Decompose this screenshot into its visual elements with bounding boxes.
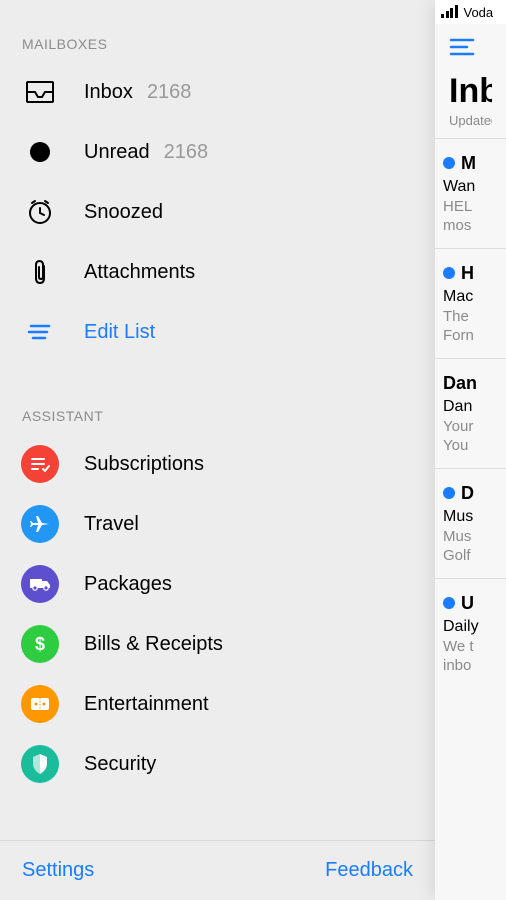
- message-item[interactable]: Dan Dan Your You: [435, 359, 506, 469]
- unread-dot-icon: [443, 597, 455, 609]
- message-subject: Wan: [443, 178, 506, 196]
- sidebar-item-unread[interactable]: Unread 2168: [0, 122, 435, 182]
- sidebar-item-attachments[interactable]: Attachments: [0, 242, 435, 302]
- assistant-header: ASSISTANT: [0, 408, 435, 434]
- feedback-button[interactable]: Feedback: [325, 859, 413, 882]
- travel-label: Travel: [84, 513, 139, 536]
- inbox-count: 2168: [147, 81, 192, 104]
- paperclip-icon: [20, 258, 60, 286]
- clock-icon: [20, 199, 60, 225]
- message-preview: inbo: [443, 657, 506, 674]
- message-subject: Mac: [443, 288, 506, 306]
- page-subtitle: Updated: [449, 113, 492, 128]
- signal-icon: [441, 6, 458, 18]
- inbox-label: Inbox: [84, 81, 133, 104]
- message-preview: We t: [443, 638, 506, 655]
- mailboxes-header: MAILBOXES: [0, 36, 435, 62]
- message-preview: You: [443, 437, 506, 454]
- message-item[interactable]: H Mac The Forn: [435, 249, 506, 359]
- unread-label: Unread: [84, 141, 150, 164]
- message-list: M Wan HEL mos H Mac The Forn Dan Dan You…: [435, 138, 506, 900]
- hamburger-menu-button[interactable]: [449, 38, 492, 56]
- message-sender: D: [461, 483, 474, 503]
- bills-icon: $: [20, 625, 60, 663]
- message-preview: HEL: [443, 198, 506, 215]
- packages-icon: [20, 565, 60, 603]
- message-preview: mos: [443, 217, 506, 234]
- app-container: MAILBOXES Inbox 2168 Unread 2168 Sn: [0, 0, 506, 900]
- entertainment-icon: [20, 685, 60, 723]
- message-preview: The: [443, 308, 506, 325]
- inbox-icon: [20, 81, 60, 103]
- edit-list-button[interactable]: Edit List: [0, 302, 435, 362]
- sidebar-item-subscriptions[interactable]: Subscriptions: [0, 434, 435, 494]
- sidebar-item-packages[interactable]: Packages: [0, 554, 435, 614]
- travel-icon: [20, 505, 60, 543]
- sidebar-item-bills[interactable]: $ Bills & Receipts: [0, 614, 435, 674]
- unread-dot-icon: [443, 487, 455, 499]
- main-header: Inbox Updated: [435, 24, 506, 138]
- subscriptions-icon: [20, 445, 60, 483]
- security-icon: [20, 745, 60, 783]
- security-label: Security: [84, 753, 156, 776]
- entertainment-label: Entertainment: [84, 693, 209, 716]
- packages-label: Packages: [84, 573, 172, 596]
- sidebar-item-inbox[interactable]: Inbox 2168: [0, 62, 435, 122]
- unread-count: 2168: [164, 141, 209, 164]
- message-item[interactable]: U Daily We t inbo: [435, 579, 506, 688]
- message-preview: Mus: [443, 528, 506, 545]
- unread-dot-icon: [443, 267, 455, 279]
- message-preview: Forn: [443, 327, 506, 344]
- sidebar-footer: Settings Feedback: [0, 840, 435, 900]
- edit-list-icon: [20, 323, 60, 341]
- main-preview-panel[interactable]: Voda Inbox Updated M Wan HEL mos H Mac T…: [435, 0, 506, 900]
- message-sender: U: [461, 593, 474, 613]
- edit-list-label: Edit List: [84, 321, 155, 344]
- message-subject: Daily: [443, 618, 506, 636]
- attachments-label: Attachments: [84, 261, 195, 284]
- message-sender: H: [461, 263, 474, 283]
- message-preview: Your: [443, 418, 506, 435]
- subscriptions-label: Subscriptions: [84, 453, 204, 476]
- svg-text:$: $: [35, 634, 45, 654]
- status-bar: Voda: [435, 0, 506, 24]
- message-sender: M: [461, 153, 476, 173]
- unread-dot-icon: [443, 157, 455, 169]
- carrier-label: Voda: [464, 5, 494, 20]
- unread-icon: [20, 140, 60, 164]
- message-item[interactable]: M Wan HEL mos: [435, 139, 506, 249]
- sidebar-item-travel[interactable]: Travel: [0, 494, 435, 554]
- bills-label: Bills & Receipts: [84, 633, 223, 656]
- snoozed-label: Snoozed: [84, 201, 163, 224]
- message-item[interactable]: D Mus Mus Golf: [435, 469, 506, 579]
- message-preview: Golf: [443, 547, 506, 564]
- sidebar-item-snoozed[interactable]: Snoozed: [0, 182, 435, 242]
- sidebar-scroll: MAILBOXES Inbox 2168 Unread 2168 Sn: [0, 0, 435, 840]
- sidebar-item-security[interactable]: Security: [0, 734, 435, 794]
- message-subject: Mus: [443, 508, 506, 526]
- message-sender: Dan: [443, 373, 477, 393]
- page-title: Inbox: [449, 72, 492, 111]
- message-subject: Dan: [443, 398, 506, 416]
- assistant-section: ASSISTANT Subscriptions T: [0, 408, 435, 794]
- settings-button[interactable]: Settings: [22, 859, 94, 882]
- sidebar: MAILBOXES Inbox 2168 Unread 2168 Sn: [0, 0, 435, 900]
- sidebar-item-entertainment[interactable]: Entertainment: [0, 674, 435, 734]
